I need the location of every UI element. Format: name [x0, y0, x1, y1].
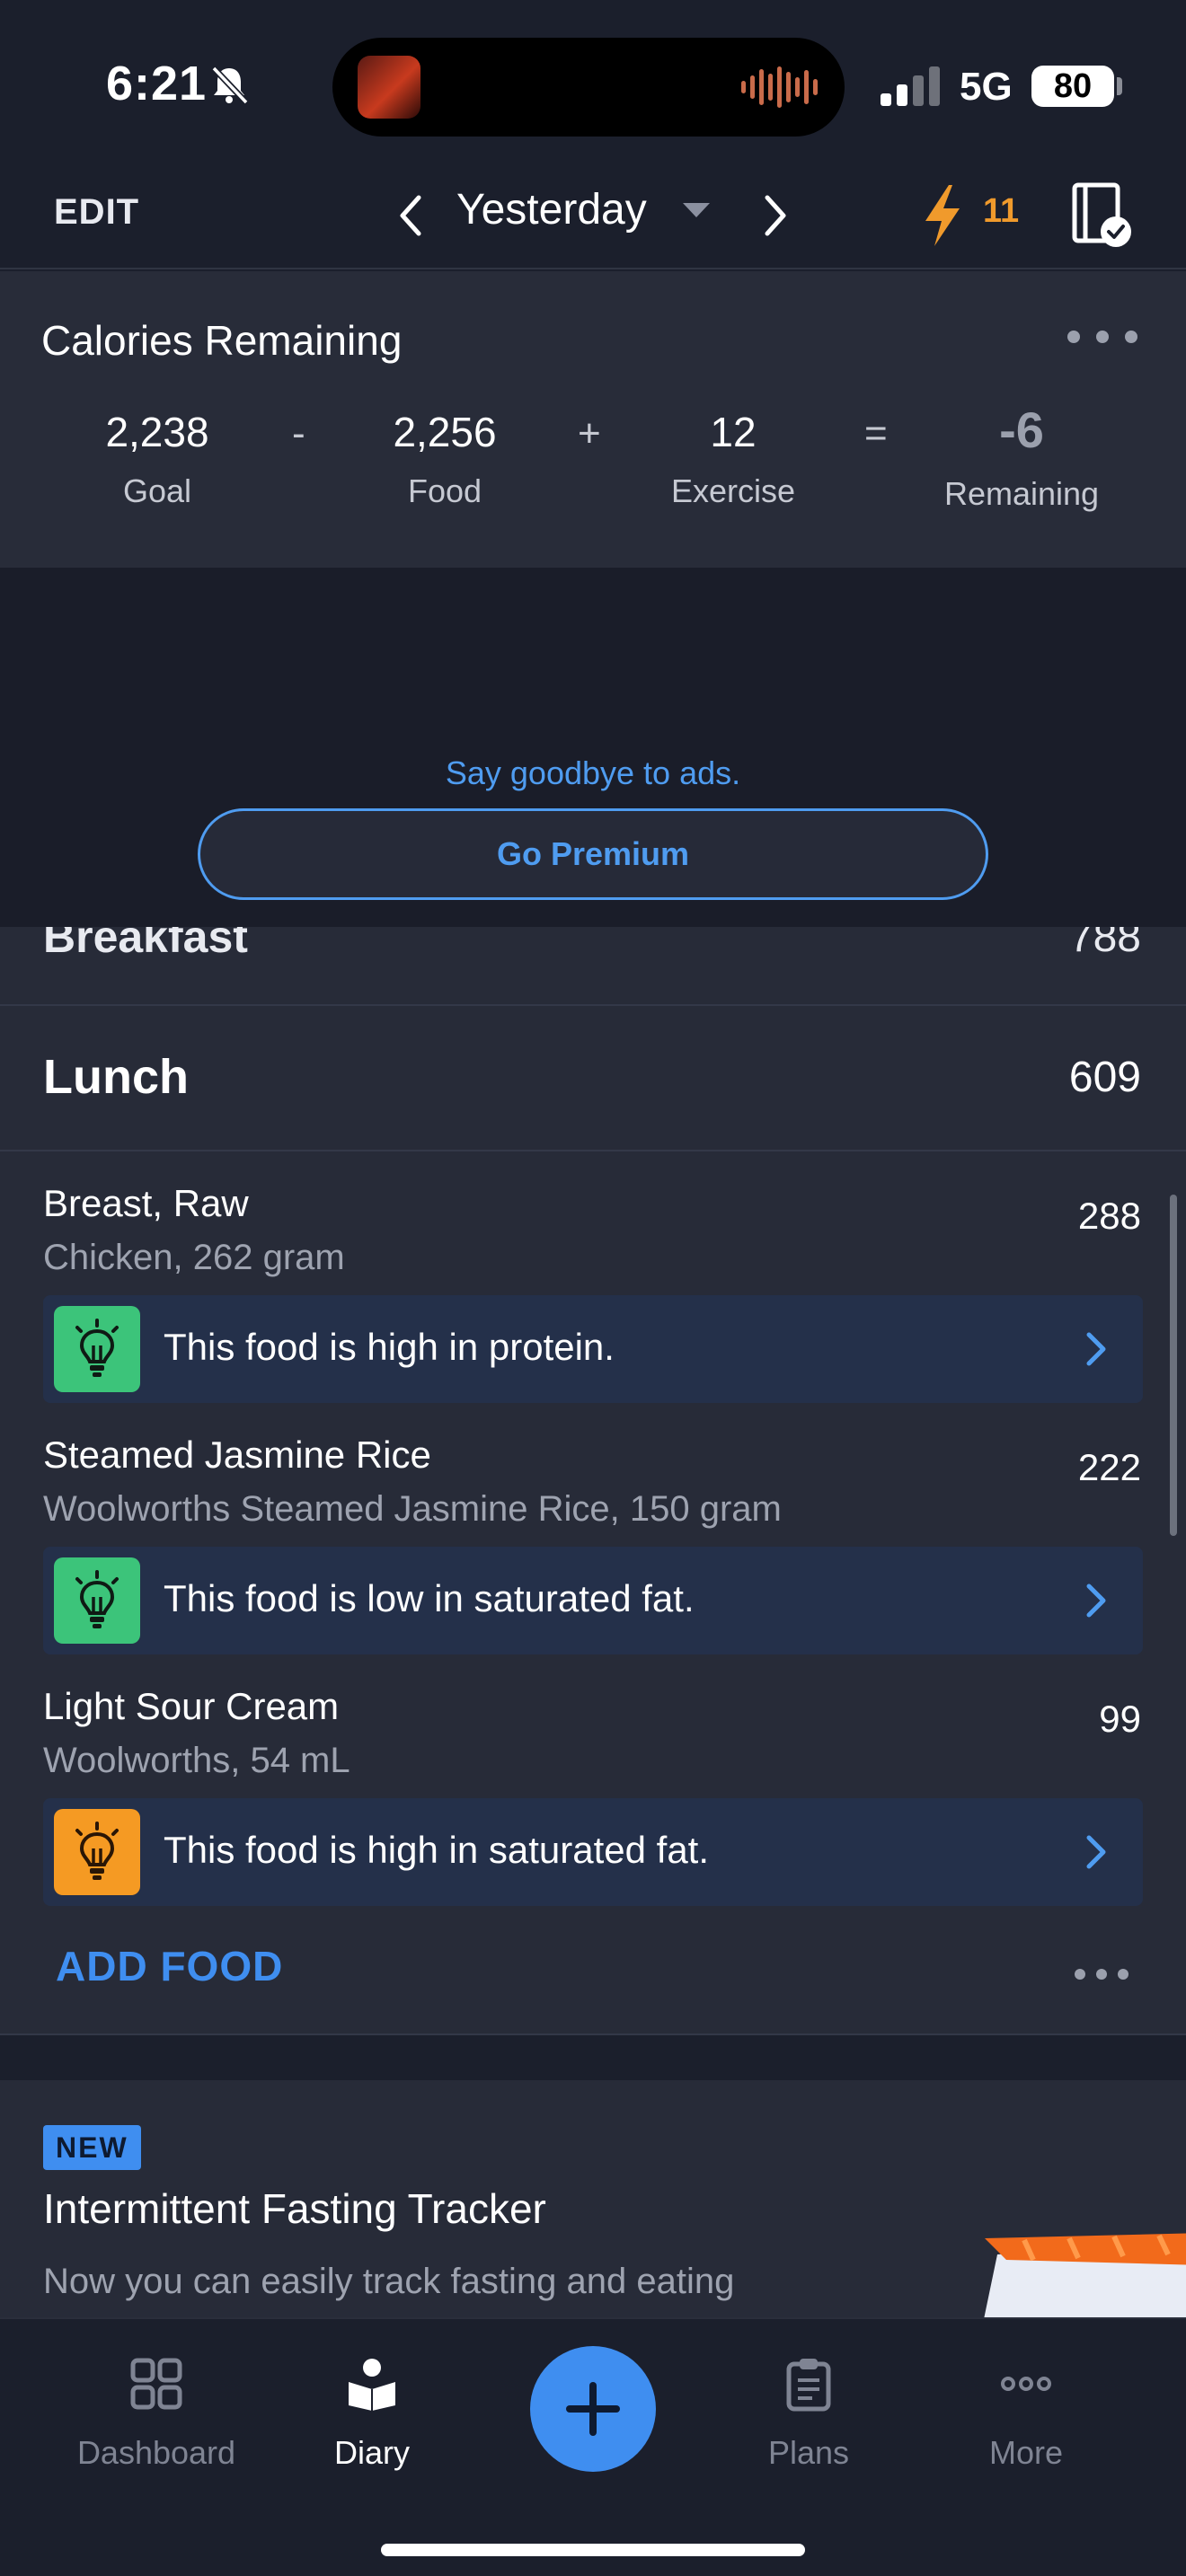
dynamic-island[interactable]: [332, 38, 845, 137]
previous-day-chevron-icon[interactable]: [385, 189, 438, 243]
tab-label: More: [988, 2434, 1064, 2471]
diary-nav-bar: EDIT Yesterday 11: [0, 171, 1186, 269]
food-value: 2,256: [393, 409, 497, 455]
remaining-label: Remaining: [943, 475, 1100, 512]
food-insight-banner[interactable]: This food is high in saturated fat.: [43, 1798, 1143, 1906]
insight-text: This food is low in saturated fat.: [164, 1577, 695, 1619]
ad-removal-text[interactable]: Say goodbye to ads.: [0, 754, 1186, 792]
date-selector[interactable]: Yesterday: [456, 185, 647, 234]
scrollbar[interactable]: [1170, 1195, 1177, 1536]
plus-operator: +: [578, 411, 601, 455]
date-dropdown-caret-icon[interactable]: [683, 203, 710, 217]
network-type: 5G: [960, 65, 1013, 109]
promo-body: Now you can easily track fasting and eat…: [43, 2262, 735, 2317]
food-name: Breast, Raw: [43, 1182, 249, 1224]
calories-more-options-icon[interactable]: [1067, 331, 1139, 348]
food-entry[interactable]: Steamed Jasmine Rice Woolworths Steamed …: [0, 1403, 1186, 1654]
add-food-button[interactable]: ADD FOOD: [56, 1942, 283, 1990]
chevron-right-icon: [1086, 1835, 1106, 1869]
audio-waveform-icon: [741, 65, 818, 110]
tab-plans[interactable]: Plans: [701, 2355, 916, 2490]
calories-exercise: 12 Exercise: [616, 408, 850, 510]
exercise-value: 12: [710, 409, 757, 455]
bell-muted-icon: [211, 66, 249, 105]
meal-calories: 609: [1068, 1054, 1141, 1101]
goal-label: Goal: [122, 472, 192, 509]
bottom-tab-bar: Dashboard Diary Plans More: [0, 2317, 1186, 2576]
food-insight-banner[interactable]: This food is high in protein.: [43, 1295, 1143, 1403]
food-name: Steamed Jasmine Rice: [43, 1434, 431, 1476]
lightbulb-icon: [75, 1822, 119, 1880]
clipboard-icon: [786, 2359, 831, 2412]
calories-remaining: -6 Remaining: [905, 401, 1138, 513]
insight-badge: [54, 1306, 140, 1392]
ad-banner: Say goodbye to ads. Go Premium: [0, 568, 1186, 927]
cellular-signal-icon: [881, 66, 940, 106]
home-indicator[interactable]: [381, 2544, 805, 2556]
tab-dashboard[interactable]: Dashboard: [49, 2355, 264, 2490]
battery-cap: [1117, 77, 1122, 95]
calories-remaining-card[interactable]: Calories Remaining 2,238 Goal - 2,256 Fo…: [0, 271, 1186, 568]
food-name: Light Sour Cream: [43, 1685, 340, 1727]
tab-label: Plans: [767, 2434, 850, 2471]
goal-value: 2,238: [105, 409, 209, 455]
food-calories: 288: [1077, 1195, 1141, 1237]
tab-label: Diary: [333, 2434, 410, 2471]
diary-icon: [349, 2359, 395, 2411]
diary-complete-icon[interactable]: [1071, 181, 1134, 250]
go-premium-button[interactable]: Go Premium: [198, 808, 988, 900]
food-insight-banner[interactable]: This food is low in saturated fat.: [43, 1547, 1143, 1654]
fasting-illustration-icon: [984, 2233, 1186, 2317]
streak-lightning-icon[interactable]: [920, 183, 965, 248]
add-entry-fab-button[interactable]: [530, 2346, 656, 2472]
tab-diary[interactable]: Diary: [264, 2355, 480, 2490]
food-entry[interactable]: Breast, Raw Chicken, 262 gram 288 This f…: [0, 1151, 1186, 1403]
exercise-label: Exercise: [670, 472, 796, 509]
calories-goal: 2,238 Goal: [40, 408, 274, 510]
meal-header-lunch[interactable]: Lunch 609: [0, 1006, 1186, 1151]
status-time: 6:21: [106, 57, 208, 110]
remaining-value: -6: [999, 401, 1044, 458]
edit-button[interactable]: EDIT: [54, 192, 139, 233]
calories-title: Calories Remaining: [41, 317, 403, 364]
food-detail: Woolworths, 54 mL: [43, 1741, 350, 1780]
lightbulb-icon: [75, 1319, 119, 1377]
equals-operator: =: [864, 411, 888, 455]
more-dots-icon: [1001, 2377, 1051, 2391]
status-bar: 6:21 5G 80: [0, 0, 1186, 171]
food-calories: 99: [1099, 1698, 1141, 1740]
food-detail: Woolworths Steamed Jasmine Rice, 150 gra…: [43, 1489, 782, 1529]
new-badge: NEW: [43, 2125, 141, 2170]
lightbulb-icon: [75, 1570, 119, 1628]
promo-title: Intermittent Fasting Tracker: [43, 2185, 546, 2232]
next-day-chevron-icon[interactable]: [748, 189, 801, 243]
insight-badge: [54, 1557, 140, 1644]
now-playing-artwork: [358, 56, 420, 119]
meal-calories: 788: [1068, 927, 1141, 961]
battery-icon: 80: [1031, 66, 1114, 107]
food-calories: 222: [1077, 1446, 1141, 1488]
food-entry[interactable]: Light Sour Cream Woolworths, 54 mL 99 Th…: [0, 1654, 1186, 1906]
meal-name: Breakfast: [43, 927, 248, 962]
tab-label: Dashboard: [76, 2434, 236, 2471]
tab-more[interactable]: More: [918, 2355, 1134, 2490]
chevron-right-icon: [1086, 1332, 1106, 1366]
battery-level: 80: [1053, 67, 1093, 105]
food-label: Food: [407, 472, 482, 509]
streak-count[interactable]: 11: [983, 192, 1019, 231]
meal-name: Lunch: [43, 1050, 189, 1104]
food-detail: Chicken, 262 gram: [43, 1238, 345, 1277]
fasting-tracker-promo[interactable]: NEW Intermittent Fasting Tracker Now you…: [0, 2080, 1186, 2317]
insight-badge: [54, 1809, 140, 1895]
meal-header-breakfast[interactable]: Breakfast 788: [0, 927, 1186, 1006]
dashboard-icon: [130, 2358, 182, 2410]
lunch-food-list: Breast, Raw Chicken, 262 gram 288 This f…: [0, 1151, 1186, 2035]
insight-text: This food is high in protein.: [164, 1326, 615, 1368]
chevron-right-icon: [1086, 1584, 1106, 1618]
lunch-more-options-icon[interactable]: [1075, 1969, 1128, 1983]
insight-text: This food is high in saturated fat.: [164, 1829, 710, 1871]
minus-operator: -: [292, 411, 305, 455]
calories-food: 2,256 Food: [328, 408, 562, 510]
